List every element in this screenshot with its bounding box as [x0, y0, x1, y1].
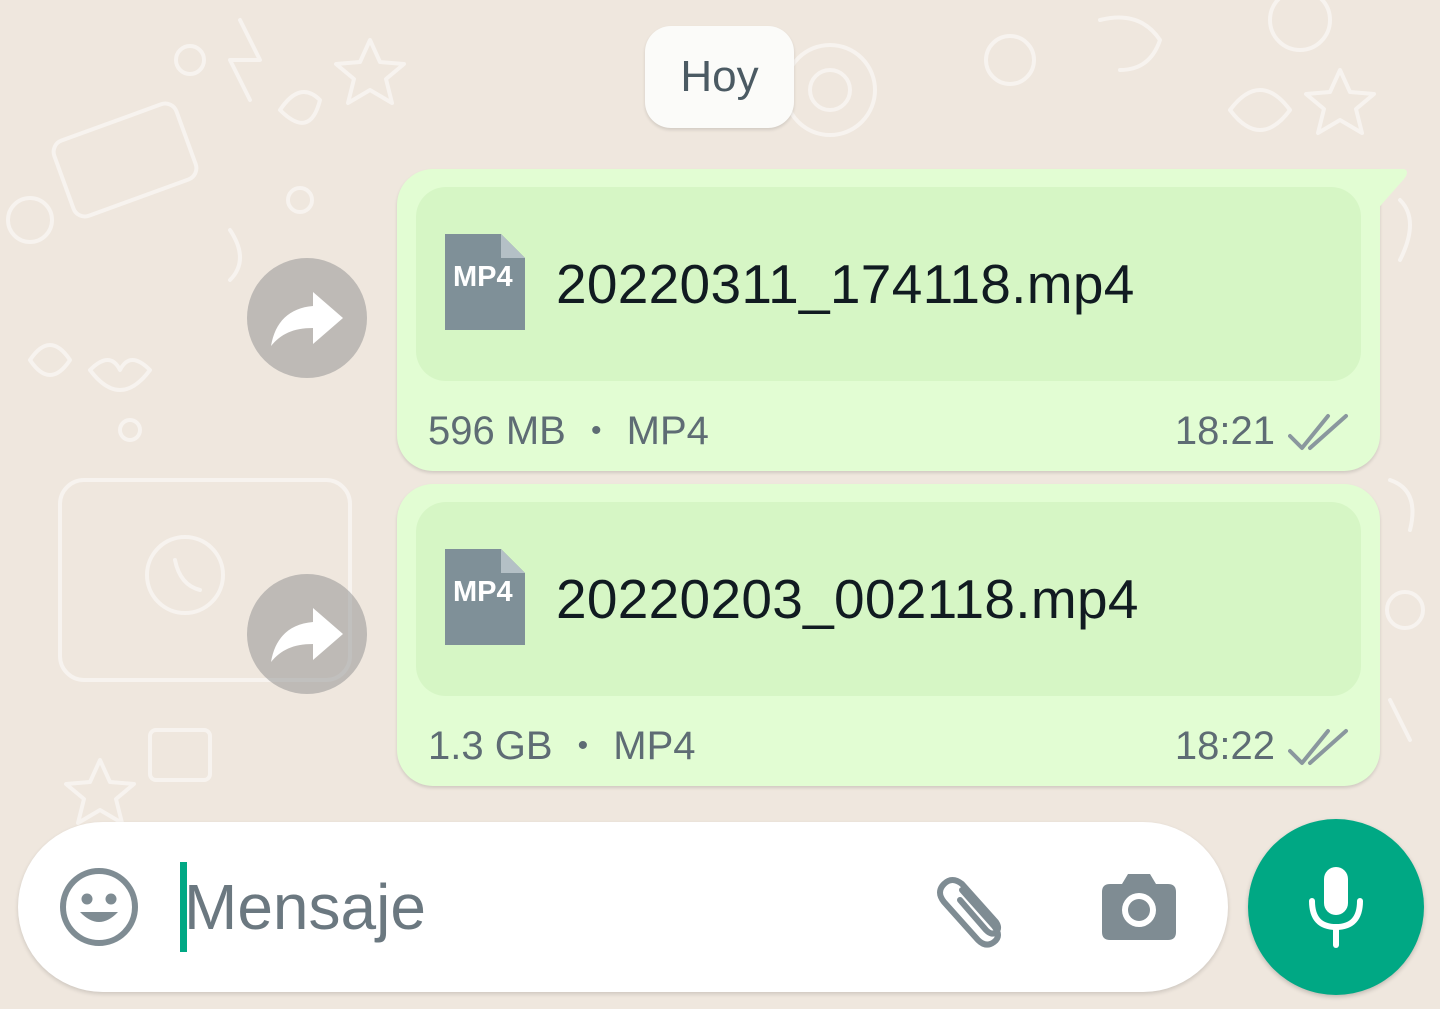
file-name: 20220311_174118.mp4 — [556, 253, 1135, 315]
bubble-tail — [1374, 169, 1407, 213]
paperclip-icon[interactable] — [932, 870, 1016, 950]
message-bubble[interactable]: MP4 20220311_174118.mp4 596 MB • MP4 18:… — [397, 169, 1407, 471]
file-size: 1.3 GB — [428, 724, 553, 768]
file-meta: 596 MB • MP4 — [428, 409, 709, 454]
message-input[interactable] — [184, 852, 884, 962]
file-type-badge: MP4 — [453, 261, 513, 293]
date-label: Hoy — [680, 52, 759, 101]
file-attachment[interactable]: MP4 20220203_002118.mp4 — [416, 502, 1361, 696]
file-format: MP4 — [613, 724, 696, 768]
file-format: MP4 — [626, 409, 709, 453]
forward-arrow-icon — [271, 292, 343, 346]
message-composer — [18, 822, 1228, 992]
file-type-badge: MP4 — [453, 576, 513, 608]
message-time: 18:21 — [1174, 409, 1275, 453]
file-size: 596 MB — [428, 409, 566, 453]
file-attachment[interactable]: MP4 20220311_174118.mp4 — [416, 187, 1361, 381]
message-bubble[interactable]: MP4 20220203_002118.mp4 1.3 GB • MP4 18:… — [397, 484, 1380, 786]
camera-icon[interactable] — [1100, 868, 1178, 944]
forward-arrow-icon — [271, 608, 343, 662]
meta-separator: • — [590, 414, 602, 447]
forward-button[interactable] — [247, 258, 367, 378]
double-check-icon — [1288, 729, 1348, 765]
forward-button[interactable] — [247, 574, 367, 694]
file-name: 20220203_002118.mp4 — [556, 568, 1139, 630]
file-meta: 1.3 GB • MP4 — [428, 724, 696, 769]
message-time: 18:22 — [1174, 724, 1275, 768]
double-check-icon — [1288, 414, 1348, 450]
voice-message-button[interactable] — [1248, 819, 1424, 995]
emoji-icon[interactable] — [58, 866, 140, 948]
microphone-icon — [1309, 867, 1363, 948]
meta-separator: • — [577, 729, 589, 762]
date-separator: Hoy — [645, 26, 794, 128]
